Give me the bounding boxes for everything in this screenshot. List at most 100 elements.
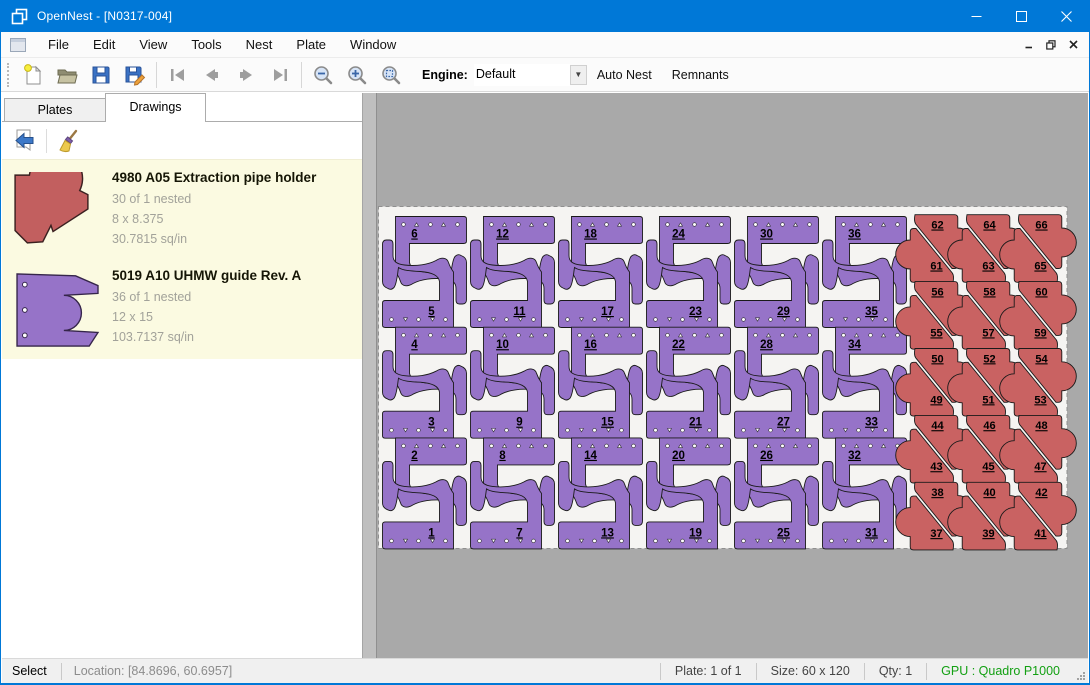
part-number: 62 [931,220,943,232]
menu-window[interactable]: Window [338,33,408,56]
part-number: 32 [848,450,861,462]
part-number: 1 [428,527,435,539]
menu-file[interactable]: File [36,33,81,56]
part-number: 10 [496,339,509,351]
engine-combobox[interactable]: Default ▼ [474,64,587,86]
part-number: 4 [411,339,418,351]
open-folder-icon [55,63,79,87]
remnants-button[interactable]: Remnants [662,62,739,88]
engine-value[interactable]: Default [474,64,570,86]
part-number: 14 [584,450,597,462]
mdi-minimize-button[interactable] [1021,38,1037,52]
nav-first-button[interactable] [161,60,195,90]
menu-plate[interactable]: Plate [284,33,338,56]
status-plate-size: Size: 60 x 120 [756,663,864,680]
part-number: 55 [930,327,942,339]
mdi-restore-button[interactable] [1043,38,1059,52]
zoom-in-button[interactable] [340,60,374,90]
nav-last-button[interactable] [263,60,297,90]
nested-part-pair[interactable] [383,327,467,438]
nav-previous-icon [200,63,224,87]
open-file-button[interactable] [50,60,84,90]
nest-canvas[interactable]: 6512111817242330293635431091615222128273… [377,93,1088,658]
part-number: 7 [516,527,522,539]
part-number: 43 [930,461,942,473]
menu-edit[interactable]: Edit [81,33,127,56]
part-number: 16 [584,339,597,351]
part-number: 40 [983,487,995,499]
part-number: 21 [689,417,702,429]
part-number: 49 [930,394,942,406]
part-number: 38 [931,487,943,499]
part-number: 53 [1034,394,1046,406]
main-region: Plates Drawings [2,93,1088,658]
tab-plates[interactable]: Plates [4,98,105,122]
part-number: 54 [1035,353,1048,365]
menu-bar: File Edit View Tools Nest Plate Window [1,32,1089,58]
part-number: 28 [760,339,773,351]
menu-view[interactable]: View [127,33,179,56]
save-button[interactable] [84,60,118,90]
part-number: 34 [848,339,861,351]
part-number: 17 [601,306,614,318]
clear-drawings-button[interactable] [53,127,83,155]
drawing-size: 12 x 15 [112,307,356,327]
app-window: OpenNest - [N0317-004] File Edit View To… [0,0,1090,685]
part-number: 33 [865,417,878,429]
status-plate-count: Plate: 1 of 1 [660,663,756,680]
menu-nest[interactable]: Nest [234,33,285,56]
import-drawing-button[interactable] [10,127,40,155]
drawing-area: 30.7815 sq/in [112,229,356,249]
nav-first-icon [166,63,190,87]
part-number: 41 [1034,528,1046,540]
part-number: 29 [777,306,790,318]
resize-grip[interactable] [1074,659,1088,683]
save-as-icon [123,63,147,87]
title-bar: OpenNest - [N0317-004] [1,0,1089,32]
part-number: 19 [689,527,702,539]
part-number: 18 [584,229,597,241]
document-window-icon[interactable] [10,38,26,52]
drawing-item-extraction-pipe-holder[interactable]: 4980 A05 Extraction pipe holder 30 of 1 … [2,160,362,258]
toolbar-separator [46,129,47,153]
nested-part-pair[interactable] [471,438,555,549]
zoom-fit-button[interactable] [374,60,408,90]
drawing-thumbnail-red-part [12,172,92,246]
menu-tools[interactable]: Tools [179,33,233,56]
zoom-out-button[interactable] [306,60,340,90]
toolbar-separator [156,62,157,88]
part-number: 31 [865,527,878,539]
mdi-close-button[interactable] [1065,38,1081,52]
part-number: 3 [428,417,434,429]
part-number: 11 [513,306,526,318]
panel-splitter[interactable] [363,93,377,658]
nested-part-pair[interactable] [383,217,467,328]
part-number: 9 [516,417,522,429]
nested-part-pair[interactable] [471,327,555,438]
maximize-button[interactable] [999,0,1044,32]
drawing-thumbnail-purple-part [12,270,104,350]
part-number: 8 [499,450,506,462]
nav-previous-button[interactable] [195,60,229,90]
part-number: 12 [496,229,509,241]
new-file-button[interactable] [16,60,50,90]
engine-dropdown-arrow-icon[interactable]: ▼ [570,65,587,85]
close-button[interactable] [1044,0,1089,32]
nav-next-button[interactable] [229,60,263,90]
nest-plate-view[interactable]: 6512111817242330293635431091615222128273… [377,93,1090,658]
minimize-button[interactable] [954,0,999,32]
panel-tabstrip: Plates Drawings [2,93,362,122]
part-number: 13 [601,527,614,539]
drawing-item-uhmw-guide[interactable]: 5019 A10 UHMW guide Rev. A 36 of 1 neste… [2,258,362,359]
auto-nest-button[interactable]: Auto Nest [587,62,662,88]
left-panel: Plates Drawings [2,93,363,658]
save-as-button[interactable] [118,60,152,90]
part-number: 42 [1035,487,1047,499]
toolbar-grip[interactable] [7,63,12,87]
part-number: 60 [1035,286,1047,298]
save-icon [89,63,113,87]
part-number: 46 [983,420,995,432]
part-number: 58 [983,286,995,298]
tab-drawings[interactable]: Drawings [105,93,206,122]
nested-part-pair[interactable] [383,438,467,549]
